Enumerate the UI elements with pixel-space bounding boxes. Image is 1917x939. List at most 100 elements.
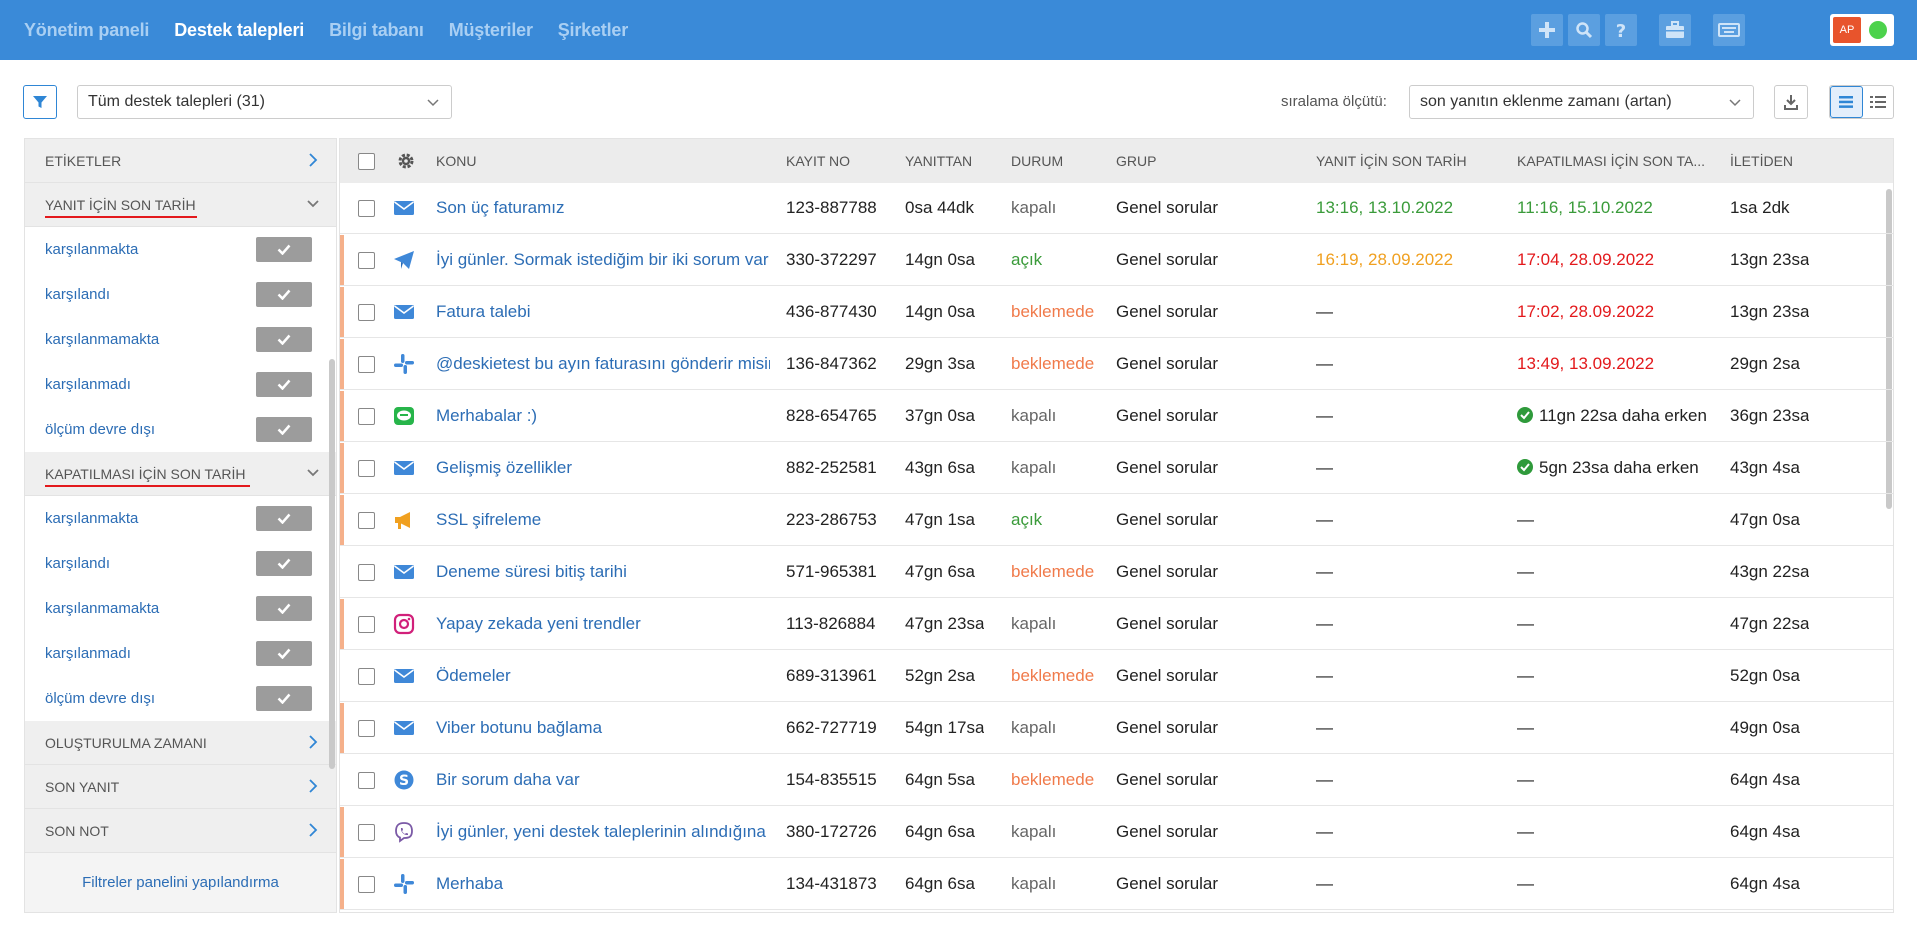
nav-customers[interactable]: Müşteriler [449,20,533,41]
filter-section-header[interactable]: KAPATILMASI İÇİN SON TARİH [25,452,336,496]
chevron-down-icon [307,200,319,208]
row-checkbox[interactable] [358,668,375,685]
gear-icon[interactable] [397,152,415,170]
nav-companies[interactable]: Şirketler [558,20,628,41]
table-row[interactable]: @deskietest bu ayın faturasını gönderir … [340,339,1893,390]
filter-icon [33,96,47,108]
row-highlight-marker [340,443,344,493]
column-header-updated[interactable]: İLETİDEN [1730,153,1793,169]
filter-option-toggle[interactable] [256,551,312,576]
table-row[interactable]: SSL şifreleme 223-286753 47gn 1sa açık Genel… [340,495,1893,546]
row-checkbox[interactable] [358,876,375,893]
sort-select[interactable]: son yanıtın eklenme zamanı (artan) [1409,85,1754,119]
ticket-subject-link[interactable]: Merhaba [436,874,770,894]
row-checkbox[interactable] [358,824,375,841]
search-icon[interactable] [1568,14,1600,46]
table-row[interactable]: Yapay zekada yeni trendler 113-826884 47gn… [340,599,1893,650]
ticket-view-select[interactable]: Tüm destek talepleri (31) [77,85,452,119]
ticket-subject-link[interactable]: Ödemeler [436,666,770,686]
ticket-subject-link[interactable]: @deskietest bu ayın faturasını gönderir … [436,354,770,374]
table-row[interactable]: Son üç faturamız 123-887788 0sa 44dk kapalı… [340,183,1893,234]
row-checkbox[interactable] [358,200,375,217]
filter-toggle-button[interactable] [23,85,57,119]
briefcase-icon[interactable] [1659,14,1691,46]
column-header-answered[interactable]: YANITTAN [905,153,972,169]
ticket-subject-link[interactable]: Deneme süresi bitiş tarihi [436,562,770,582]
ticket-subject-link[interactable]: Merhabalar :) [436,406,770,426]
ticket-subject-link[interactable]: Bir sorum daha var [436,770,770,790]
help-icon[interactable]: ? [1605,14,1637,46]
ticket-subject-link[interactable]: Fatura talebi [436,302,770,322]
ticket-subject-link[interactable]: Son üç faturamız [436,198,770,218]
filter-section-body: karşılanmakta karşılandı karşılanmamakta ka… [25,496,336,721]
ticket-close-due: 17:02, 28.09.2022 [1517,302,1654,322]
avatar: AP [1833,17,1861,43]
nav-tickets[interactable]: Destek talepleri [174,20,304,41]
column-header-id[interactable]: KAYIT NO [786,153,850,169]
filter-section-header[interactable]: SON YANIT [25,765,336,809]
row-checkbox[interactable] [358,408,375,425]
keyboard-icon[interactable] [1713,14,1745,46]
compact-view-button[interactable] [1863,86,1894,118]
nav-dashboard[interactable]: Yönetim paneli [24,20,149,41]
row-checkbox[interactable] [358,772,375,789]
table-row[interactable]: Fatura talebi 436-877430 14gn 0sa beklemede… [340,287,1893,338]
row-checkbox[interactable] [358,512,375,529]
checkmark-icon [277,289,291,300]
table-row[interactable]: S Bir sorum daha var 154-835515 64gn 5sa bek… [340,755,1893,806]
filter-option-toggle[interactable] [256,237,312,262]
user-menu[interactable]: AP [1830,14,1894,46]
list-view-button[interactable] [1830,86,1863,118]
filter-section-header[interactable]: SON NOT [25,809,336,853]
check-circle-icon [1517,407,1533,423]
row-checkbox[interactable] [358,564,375,581]
configure-filters-link[interactable]: Filtreler panelini yapılandırma [25,852,336,912]
filter-option-toggle[interactable] [256,506,312,531]
ticket-subject-link[interactable]: SSL şifreleme [436,510,770,530]
filter-option-toggle[interactable] [256,596,312,621]
row-checkbox[interactable] [358,460,375,477]
ticket-subject-link[interactable]: İyi günler. Sormak istediğim bir iki sor… [436,250,770,270]
ticket-subject-link[interactable]: İyi günler, yeni destek taleplerinin alı… [436,822,770,842]
filter-option-toggle[interactable] [256,417,312,442]
ticket-group: Genel sorular [1116,302,1219,321]
table-row[interactable]: Viber botunu bağlama 662-727719 54gn 17sa k… [340,703,1893,754]
ticket-subject-link[interactable]: Yapay zekada yeni trendler [436,614,770,634]
table-row[interactable]: Merhabalar :) 828-654765 37gn 0sa kapalı Gen… [340,391,1893,442]
ticket-id: 113-826884 [786,614,876,633]
table-row[interactable]: Deneme süresi bitiş tarihi 571-965381 47gn… [340,547,1893,598]
row-checkbox[interactable] [358,304,375,321]
ticket-status: kapalı [1011,406,1057,425]
plus-icon[interactable] [1531,14,1563,46]
filter-option-toggle[interactable] [256,282,312,307]
row-checkbox[interactable] [358,356,375,373]
column-header-subject[interactable]: KONU [436,153,476,169]
ticket-subject-link[interactable]: Gelişmiş özellikler [436,458,770,478]
filter-section-header[interactable]: YANIT İÇİN SON TARİH [25,183,336,227]
filter-option-toggle[interactable] [256,686,312,711]
column-header-status[interactable]: DURUM [1011,153,1063,169]
table-row[interactable]: İyi günler, yeni destek taleplerinin alı… [340,807,1893,858]
table-row[interactable]: Gelişmiş özellikler 882-252581 43gn 6sa kap… [340,443,1893,494]
email-icon [394,669,414,683]
column-header-close-due[interactable]: KAPATILMASI İÇİN SON TA... [1517,153,1705,169]
ticket-close-due-text: — [1517,822,1534,841]
nav-knowledge-base[interactable]: Bilgi tabanı [329,20,424,41]
export-button[interactable] [1774,85,1808,119]
filter-section-header[interactable]: OLUŞTURULMA ZAMANI [25,721,336,765]
filter-section-header[interactable]: ETİKETLER [25,139,336,183]
filter-option-toggle[interactable] [256,641,312,666]
row-checkbox[interactable] [358,616,375,633]
column-header-group[interactable]: GRUP [1116,153,1156,169]
table-row[interactable]: Ödemeler 689-313961 52gn 2sa beklemede Genel… [340,651,1893,702]
filter-option-toggle[interactable] [256,327,312,352]
ticket-subject-link[interactable]: Viber botunu bağlama [436,718,770,738]
select-all-checkbox[interactable] [358,153,375,170]
filter-option-toggle[interactable] [256,372,312,397]
table-row[interactable]: İyi günler. Sormak istediğim bir iki sor… [340,235,1893,286]
sidebar-scrollbar[interactable] [329,359,335,769]
row-checkbox[interactable] [358,720,375,737]
table-row[interactable]: Merhaba 134-431873 64gn 6sa kapalı Genel sor… [340,859,1893,910]
row-checkbox[interactable] [358,252,375,269]
column-header-reply-due[interactable]: YANIT İÇİN SON TARİH [1316,153,1467,169]
